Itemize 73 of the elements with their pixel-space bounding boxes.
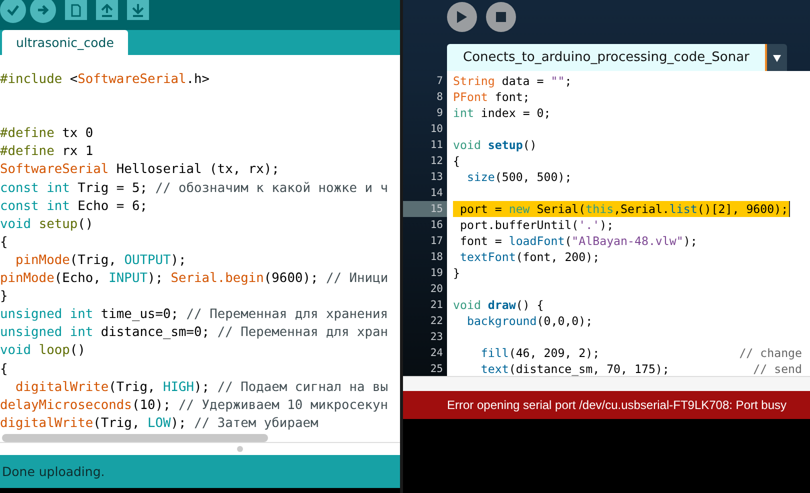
code-line: size(500, 500); xyxy=(466,169,573,185)
line-number: 18 xyxy=(429,250,444,265)
line-number: 19 xyxy=(429,266,444,281)
code-line: } xyxy=(453,265,461,281)
run-button[interactable] xyxy=(447,2,477,32)
code-line: text(distance_sm, 70, 175); // send xyxy=(480,361,804,376)
code-line: int index = 0; xyxy=(453,105,552,121)
line-number: 23 xyxy=(429,330,444,345)
verify-button[interactable] xyxy=(0,0,26,23)
code-line: { xyxy=(0,234,9,252)
code-line: void loop() xyxy=(0,342,86,360)
line-number: 24 xyxy=(429,346,444,361)
code-line: font = loadFont("AlBayan-48.vlw"); xyxy=(458,233,698,249)
line-number: 25 xyxy=(429,362,444,376)
code-line: digitalWrite(Trig, LOW); // Затем убираем xyxy=(0,414,320,433)
code-line: textFont(font, 200); xyxy=(458,249,601,265)
code-line: #include <SoftwareSerial.h> xyxy=(0,71,211,89)
code-line: delayMicroseconds(10); // Удерживаем 10 микросекун xyxy=(0,396,390,415)
scrollbar-thumb[interactable] xyxy=(2,434,268,442)
upload-button[interactable] xyxy=(30,0,56,23)
code-line: background(0,0,0); xyxy=(466,313,594,329)
open-button[interactable] xyxy=(96,0,118,20)
caret-icon xyxy=(773,54,782,62)
arrow-up-icon xyxy=(101,4,113,16)
checkmark-icon xyxy=(6,4,20,16)
save-button[interactable] xyxy=(127,0,149,20)
code-line: digitalWrite(Trig, HIGH); // Подаем сигнал на вы xyxy=(14,378,390,397)
code-line: const int Trig = 5; // обозначим к какой ножке и ч xyxy=(0,180,390,198)
code-line: SoftwareSerial Helloserial (tx, rx); xyxy=(0,161,280,180)
code-line: String data = ""; xyxy=(453,73,573,89)
play-icon xyxy=(456,10,468,24)
line-number: 22 xyxy=(429,314,444,329)
stop-icon xyxy=(496,12,506,22)
line-number: 16 xyxy=(429,218,444,233)
code-line: const int Echo = 6; xyxy=(0,198,148,216)
line-number: 7 xyxy=(436,74,444,89)
line-number: 15 xyxy=(403,201,447,217)
error-message: Error opening serial port /dev/cu.usbserial-FT9LK708: Port busy xyxy=(403,391,810,419)
splitter-handle[interactable] xyxy=(237,446,243,452)
arrow-right-icon xyxy=(37,4,49,16)
code-line: { xyxy=(453,153,461,169)
file-tab[interactable]: ultrasonic_code xyxy=(2,30,128,55)
code-line: PFont font; xyxy=(453,89,531,105)
code-line: void setup() xyxy=(0,216,94,234)
document-icon xyxy=(71,4,81,16)
code-line: void setup() xyxy=(453,137,538,153)
code-line: pinMode(Trig, OUTPUT); xyxy=(14,252,188,270)
sketch-tab[interactable]: Conects_to_arduino_processing_code_Sonar xyxy=(447,44,768,71)
tab-menu-button[interactable] xyxy=(767,44,788,71)
code-line: #define tx 0 xyxy=(0,125,94,144)
code-line: unsigned int time_us=0; // Переменная для хранения xyxy=(0,306,390,324)
code-line: #define rx 1 xyxy=(0,143,94,162)
line-number: 20 xyxy=(429,282,444,297)
line-number: 17 xyxy=(429,234,444,249)
code-line: unsigned int distance_sm=0; // Переменная для хран xyxy=(0,324,390,342)
code-line: { xyxy=(0,360,9,378)
stop-button[interactable] xyxy=(486,2,516,32)
line-number: 21 xyxy=(429,298,444,313)
line-number: 13 xyxy=(429,170,444,185)
line-number: 9 xyxy=(436,106,444,121)
code-line: fill(46, 209, 2); // change xyxy=(480,345,804,361)
code-line: void draw() { xyxy=(453,297,545,313)
line-number: 12 xyxy=(429,154,444,169)
code-line: port.bufferUntil('.'); xyxy=(458,217,615,233)
code-line: pinMode(Echo, INPUT); Serial.begin(9600); // Иници xyxy=(0,270,390,288)
arrow-down-icon xyxy=(132,4,144,16)
new-button[interactable] xyxy=(65,0,87,20)
line-number: 8 xyxy=(436,90,444,105)
code-line: } xyxy=(0,288,9,306)
line-number: 10 xyxy=(429,122,444,137)
status-message: Done uploading. xyxy=(0,455,400,488)
line-number: 14 xyxy=(429,186,444,201)
line-number: 11 xyxy=(429,138,444,153)
